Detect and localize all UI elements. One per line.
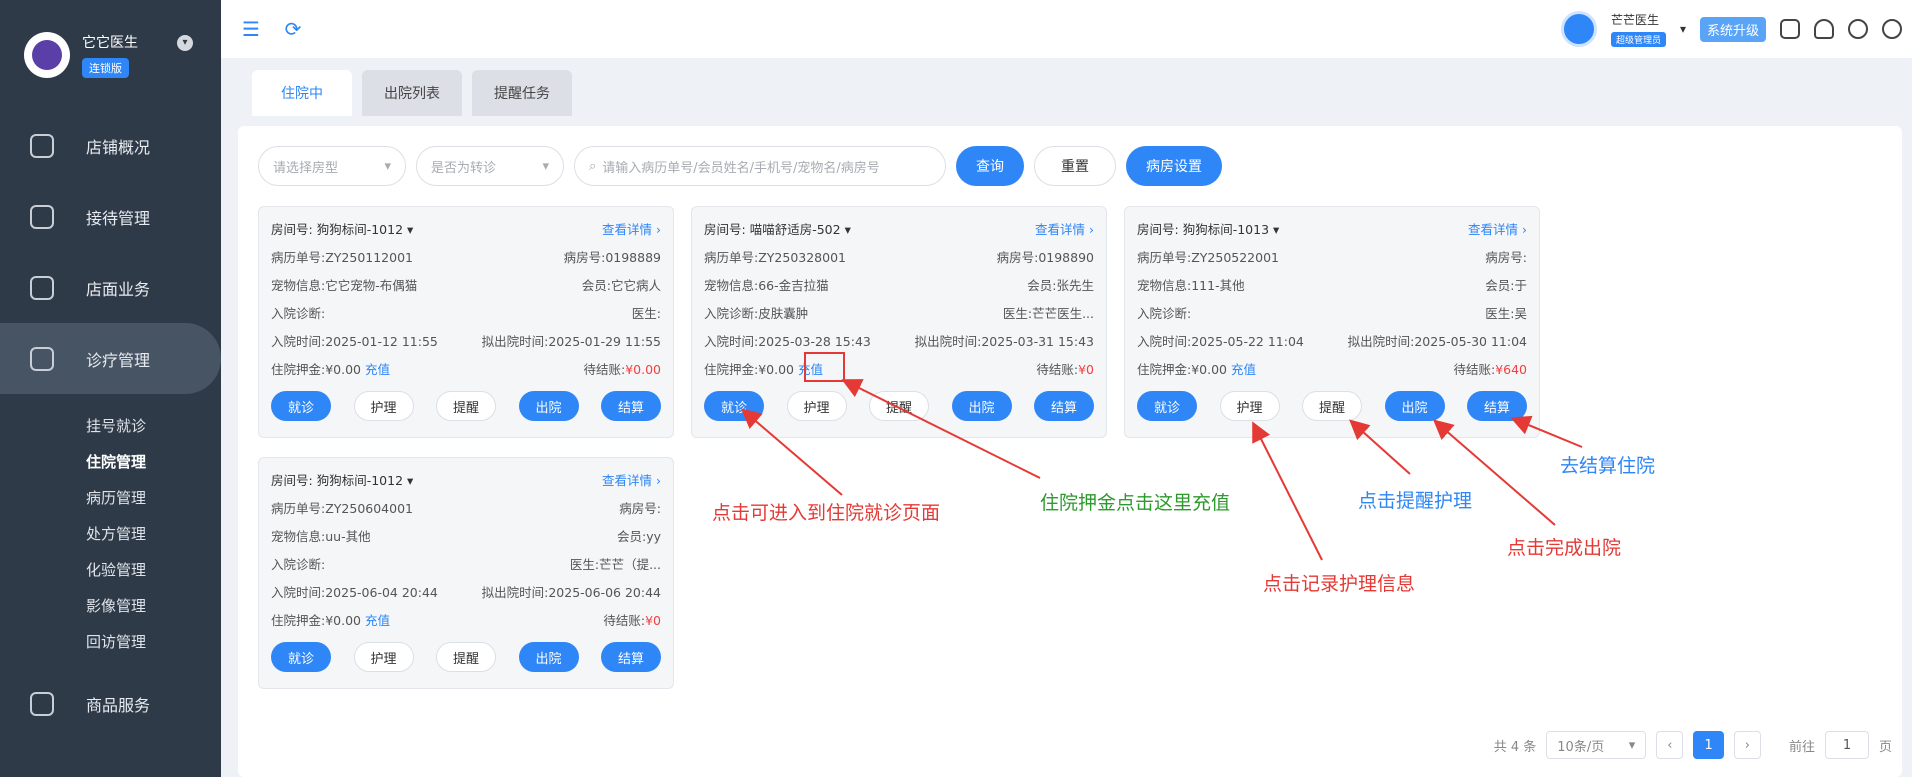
- arrow-recharge: [841, 379, 1041, 479]
- annotation-nursing: 点击记录护理信息: [1263, 573, 1416, 595]
- annotation-visit: 点击可进入到住院就诊页面: [712, 502, 941, 524]
- arrow-nursing: [1252, 421, 1323, 561]
- arrow-settle: [1510, 415, 1583, 448]
- annotation-arrows: [740, 379, 1583, 561]
- annotation-remind: 点击提醒护理: [1358, 490, 1473, 512]
- arrow-visit: [740, 408, 843, 496]
- annotation-recharge: 住院押金点击这里充值: [1040, 492, 1231, 514]
- annotation-settle: 去结算住院: [1560, 455, 1656, 477]
- arrow-remind: [1349, 419, 1411, 475]
- annotation-discharge: 点击完成出院: [1507, 537, 1622, 559]
